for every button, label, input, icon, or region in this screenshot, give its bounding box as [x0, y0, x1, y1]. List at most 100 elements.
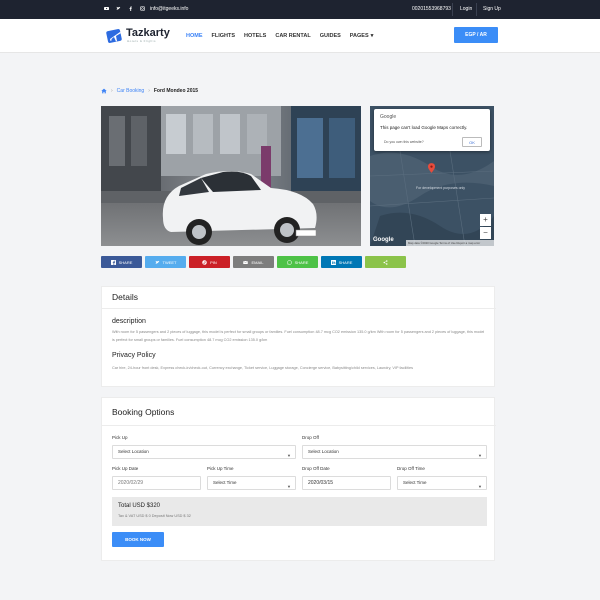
pickup-time-select[interactable]: Select Time ▼ [207, 476, 296, 490]
login-link[interactable]: Login [460, 6, 472, 12]
caret-down-icon: ▾ [370, 33, 374, 39]
pickup-location-select[interactable]: Select Location ▼ [112, 445, 296, 459]
caret-down-icon: ▼ [287, 484, 291, 489]
nav-flights[interactable]: FLIGHTS [212, 33, 236, 39]
breadcrumb-current: Ford Mondeo 2015 [153, 88, 199, 94]
divider [476, 3, 477, 16]
dropoff-location-value: Select Location [308, 449, 339, 454]
pickup-location-value: Select Location [118, 449, 149, 454]
total-price: Total USD $320 [118, 503, 161, 509]
pickup-date-label: Pick Up Date [112, 466, 139, 471]
details-title: Details [112, 292, 138, 302]
whatsapp-icon [286, 259, 292, 265]
currency-language-button[interactable]: EGP / AR [454, 27, 498, 43]
map-pin-icon[interactable] [428, 163, 435, 173]
map-zoom-out-button[interactable]: − [480, 227, 491, 239]
caret-down-icon: ▼ [287, 453, 291, 458]
breadcrumb-car-booking[interactable]: Car Booking [117, 88, 145, 94]
divider [102, 425, 496, 426]
dropoff-label: Drop Off [302, 435, 319, 440]
caret-down-icon: ▼ [478, 484, 482, 489]
privacy-policy-text: Car hire, 24-hour front desk, Express ch… [112, 366, 414, 370]
details-card: Details description With room for 5 pass… [101, 286, 496, 387]
booking-title: Booking Options [112, 407, 175, 417]
google-label: Google [380, 114, 397, 120]
pickup-date-input[interactable]: 2020/02/29 [112, 476, 201, 490]
map-ok-button[interactable]: OK [462, 137, 482, 147]
share-label: SHARE [338, 259, 353, 265]
chevron-right-icon: › [111, 88, 113, 94]
twitter-share-button[interactable]: TWEET [145, 256, 186, 268]
map-widget[interactable]: Google This page can't load Google Maps … [370, 106, 494, 246]
map-zoom-in-button[interactable]: + [480, 214, 491, 226]
contact-phone[interactable]: 00201553968793 [412, 6, 451, 12]
social-links [104, 6, 145, 11]
dropoff-date-input[interactable]: 2020/03/15 [302, 476, 391, 490]
whatsapp-share-button[interactable]: SHARE [277, 256, 318, 268]
facebook-share-button[interactable]: SHARE [101, 256, 142, 268]
privacy-policy-title: Privacy Policy [112, 352, 156, 359]
logo-tagline: Hotels & Flights [127, 39, 157, 43]
nav-car-rental[interactable]: CAR RENTAL [275, 33, 310, 39]
pinterest-share-button[interactable]: PIN [189, 256, 230, 268]
facebook-icon[interactable] [128, 6, 133, 11]
youtube-icon[interactable] [104, 6, 109, 11]
share-label: PIN [210, 259, 217, 265]
logo-text: Tazkarty [126, 27, 170, 39]
share-buttons: SHARE TWEET PIN EMAIL SHARE SHARE [101, 256, 406, 268]
linkedin-icon [330, 259, 336, 265]
share-label: SHARE [118, 259, 133, 265]
twitter-icon [155, 260, 159, 264]
dropoff-time-value: Select Time [403, 480, 427, 485]
linkedin-share-button[interactable]: SHARE [321, 256, 362, 268]
car-photo [101, 106, 361, 246]
logo[interactable]: Tazkarty Hotels & Flights [106, 27, 170, 45]
share-label: EMAIL [251, 259, 264, 265]
email-icon [243, 260, 249, 264]
pickup-label: Pick Up [112, 435, 128, 440]
top-bar: info@itgeeks.info 00201553968793 Login S… [0, 0, 600, 19]
signup-link[interactable]: Sign Up [483, 6, 501, 12]
share-label: TWEET [162, 259, 177, 265]
nav-guides[interactable]: GUIDES [320, 33, 341, 39]
main-nav: HOME FLIGHTS HOTELS CAR RENTAL GUIDES PA… [186, 33, 391, 39]
home-icon[interactable] [101, 88, 107, 94]
map-dev-label: For development purposes only [416, 186, 466, 190]
divider [452, 3, 453, 16]
plane-logo-icon [106, 29, 122, 43]
facebook-icon [110, 259, 116, 265]
twitter-icon[interactable] [116, 6, 121, 11]
nav-home[interactable]: HOME [186, 33, 203, 39]
booking-options-card: Booking Options Pick Up Select Location … [101, 397, 496, 561]
map-error-dialog: Google This page can't load Google Maps … [374, 109, 490, 151]
dropoff-time-select[interactable]: Select Time ▼ [397, 476, 487, 490]
map-own-site-question[interactable]: Do you own this website? [384, 140, 424, 144]
chevron-right-icon: › [148, 88, 150, 94]
map-error-message: This page can't load Google Maps correct… [380, 125, 468, 130]
description-title: description [112, 318, 146, 325]
map-footer: Map data ©2020 Google Terms of Use Repor… [406, 240, 494, 246]
car-photo-illustration [101, 106, 361, 246]
share-label: SHARE [294, 259, 309, 265]
total-summary: Total USD $320 Tax & VAT USD $ 0 Deposit… [112, 497, 487, 526]
contact-email[interactable]: info@itgeeks.info [150, 6, 188, 12]
email-share-button[interactable]: EMAIL [233, 256, 274, 268]
caret-down-icon: ▼ [478, 453, 482, 458]
dropoff-time-label: Drop Off Time [397, 466, 425, 471]
breadcrumb: › Car Booking › Ford Mondeo 2015 [101, 88, 198, 94]
instagram-icon[interactable] [140, 6, 145, 11]
description-text: With room for 5 passengers and 2 pieces … [112, 330, 485, 342]
divider [102, 308, 496, 309]
dropoff-location-select[interactable]: Select Location ▼ [302, 445, 487, 459]
pickup-time-value: Select Time [213, 480, 237, 485]
nav-hotels[interactable]: HOTELS [244, 33, 266, 39]
book-now-button[interactable]: BOOK NOW [112, 532, 164, 547]
google-watermark: Google [373, 237, 394, 243]
dropoff-date-label: Drop Off Date [302, 466, 330, 471]
tax-deposit-info: Tax & VAT USD $ 0 Deposit Now USD $ 32 [118, 514, 191, 518]
more-share-button[interactable] [365, 256, 406, 268]
pinterest-icon [202, 259, 207, 265]
share-icon [383, 259, 388, 265]
pickup-time-label: Pick Up Time [207, 466, 234, 471]
nav-pages[interactable]: PAGES ▾ [350, 33, 383, 39]
